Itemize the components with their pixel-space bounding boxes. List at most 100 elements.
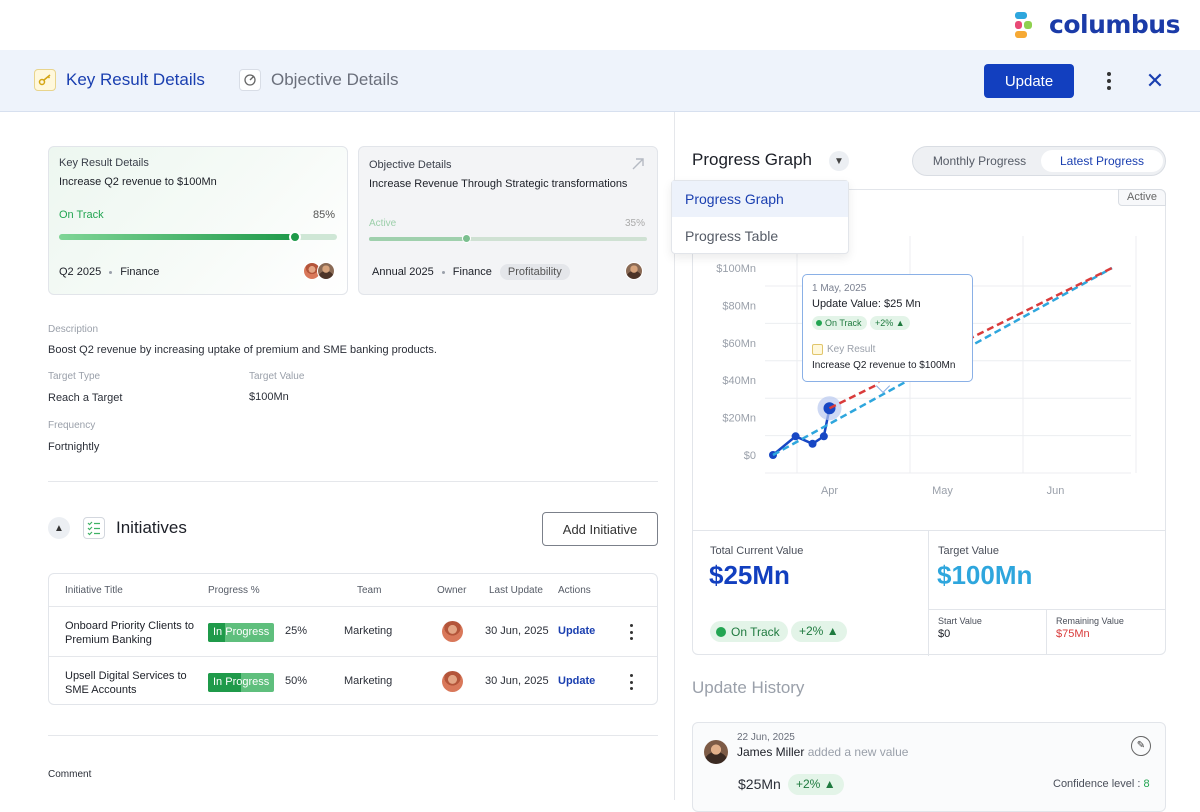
brand-name: columbus	[1049, 10, 1181, 39]
card-label: Objective Details	[369, 159, 452, 171]
progress-bar	[369, 234, 647, 243]
add-initiative-button[interactable]: Add Initiative	[542, 512, 658, 546]
y-tick-label: $0	[744, 450, 756, 462]
initiatives-table: Initiative Title Progress % Team Owner L…	[48, 573, 658, 705]
divider	[928, 531, 929, 656]
active-tag: Active	[1118, 189, 1166, 206]
target-value-label: Target Value	[938, 545, 999, 557]
change-badge: +2% ▲	[791, 621, 847, 642]
progress-knob	[289, 231, 302, 243]
external-link-icon[interactable]	[631, 157, 645, 171]
checklist-icon	[83, 517, 105, 539]
tab-key-result-details[interactable]: Key Result Details	[34, 69, 205, 91]
y-tick-label: $60Mn	[722, 338, 756, 350]
percent-label: 85%	[312, 209, 335, 221]
tag-chip: Profitability	[499, 264, 570, 280]
row-more-icon[interactable]	[628, 674, 634, 690]
x-tick-label: May	[932, 485, 953, 497]
description-label: Description	[48, 324, 99, 335]
frequency-label: Frequency	[48, 420, 96, 431]
dropdown-item-progress-table[interactable]: Progress Table	[672, 218, 848, 254]
target-type-label: Target Type	[48, 371, 101, 382]
graph-type-dropdown: Progress Graph Progress Table	[671, 180, 849, 254]
brand-logo: columbus	[1015, 10, 1181, 39]
tab-objective-details[interactable]: Objective Details	[239, 69, 399, 91]
confidence-label: Confidence level :	[1053, 778, 1141, 790]
close-icon[interactable]: ✕	[1144, 68, 1166, 94]
remaining-value-label: Remaining Value	[1056, 616, 1124, 626]
frequency-value: Fortnightly	[48, 441, 100, 453]
data-point	[791, 432, 800, 441]
tooltip-value: Update Value: $25 Mn	[812, 298, 921, 310]
chart-tooltip: 1 May, 2025 Update Value: $25 Mn On Trac…	[802, 274, 973, 382]
tooltip-change-badge: +2% ▲	[870, 316, 910, 330]
progress-fill	[369, 237, 467, 241]
y-tick-label: $100Mn	[716, 263, 756, 275]
initiative-title: Onboard Priority Clients to Premium Bank…	[65, 620, 194, 646]
change-text: +2%	[799, 624, 824, 638]
more-options-icon[interactable]	[1100, 69, 1118, 93]
target-value: $100Mn	[937, 560, 1033, 590]
data-point	[808, 439, 817, 448]
row-more-icon[interactable]	[628, 624, 634, 640]
history-date: 22 Jun, 2025	[737, 732, 795, 743]
team-cell: Marketing	[344, 625, 393, 637]
history-line: James Miller added a new value	[737, 745, 908, 759]
chevron-up-icon[interactable]: ▲	[48, 517, 70, 539]
progress-status: In Progress	[213, 676, 270, 688]
y-tick-label: $40Mn	[722, 375, 756, 387]
start-value: $0	[938, 628, 951, 640]
tooltip-kr-title: Increase Q2 revenue to $100Mn	[812, 360, 956, 371]
y-tick-label: $80Mn	[722, 300, 756, 312]
y-tick-label: $20Mn	[722, 413, 756, 425]
progress-graph-title: Progress Graph	[692, 150, 812, 169]
avatar	[625, 262, 643, 280]
progress-knob	[461, 234, 471, 243]
tooltip-status-badge: On Track	[812, 316, 867, 330]
team: Finance	[452, 266, 492, 278]
history-change-badge: +2% ▲	[788, 774, 844, 795]
progress-percent: 25%	[285, 625, 308, 637]
period: Annual 2025	[372, 266, 434, 278]
target-value-value: $100Mn	[249, 391, 289, 403]
progress-fill	[59, 234, 296, 240]
history-change: +2%	[796, 777, 821, 791]
key-icon	[812, 344, 823, 355]
chevron-down-icon[interactable]: ▼	[829, 151, 849, 171]
column-header: Progress %	[208, 585, 260, 596]
progress-bar	[59, 231, 337, 243]
key-result-card[interactable]: Key Result Details Increase Q2 revenue t…	[48, 146, 348, 295]
x-tick-label: Apr	[821, 485, 838, 497]
dropdown-item-progress-graph[interactable]: Progress Graph	[672, 181, 848, 217]
update-link[interactable]: Update	[558, 625, 595, 637]
user-avatar	[704, 740, 728, 764]
data-point	[819, 432, 828, 441]
confidence-value: 8	[1143, 778, 1150, 790]
initiatives-title: Initiatives	[116, 518, 187, 537]
tooltip-status: On Track	[825, 318, 862, 328]
percent-label: 35%	[624, 218, 645, 229]
tooltip-kr-label: Key Result	[827, 344, 876, 355]
team: Finance	[120, 266, 160, 278]
owner-avatar	[442, 621, 463, 642]
x-tick-label: Jun	[1047, 485, 1065, 497]
column-header: Team	[357, 585, 382, 596]
tab-label: Key Result Details	[66, 70, 205, 89]
history-value: $25Mn	[738, 776, 781, 792]
objective-card[interactable]: Objective Details Increase Revenue Throu…	[358, 146, 658, 295]
card-title: Increase Revenue Through Strategic trans…	[369, 178, 628, 190]
segment-monthly-progress[interactable]: Monthly Progress	[919, 154, 1040, 168]
current-value: $25Mn	[709, 560, 790, 590]
confidence-level: Confidence level : 8	[1053, 778, 1150, 790]
target-icon	[239, 69, 261, 91]
period: Q2 2025	[59, 266, 102, 278]
team-cell: Marketing	[344, 675, 393, 687]
segment-latest-progress[interactable]: Latest Progress	[1041, 150, 1163, 172]
last-update-cell: 30 Jun, 2025	[485, 625, 549, 637]
start-value-label: Start Value	[938, 616, 982, 626]
update-link[interactable]: Update	[558, 675, 595, 687]
edit-icon[interactable]: ✎	[1131, 736, 1151, 756]
update-button[interactable]: Update	[984, 64, 1074, 98]
progress-badge: In Progress	[208, 673, 274, 692]
initiatives-header: ▲ Initiatives Add Initiative	[48, 512, 658, 546]
